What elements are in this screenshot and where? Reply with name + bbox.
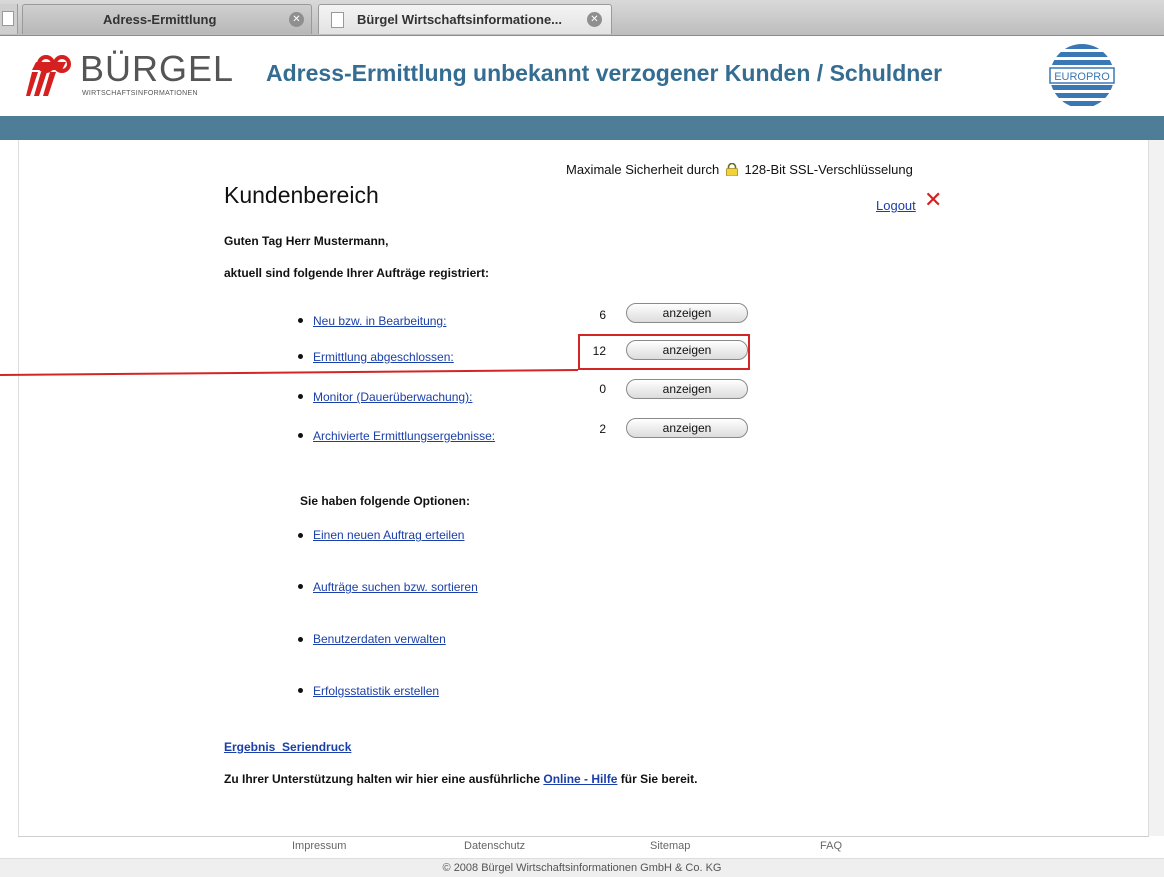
highlight-box: [578, 334, 750, 370]
support-text: Zu Ihrer Unterstützung halten wir hier e…: [224, 772, 697, 786]
main-content: [18, 140, 1149, 836]
order-count-new: 6: [599, 308, 606, 322]
page-header-title: Adress-Ermittlung unbekannt verzogener K…: [266, 60, 943, 86]
show-button-new[interactable]: anzeigen: [626, 303, 748, 323]
bullet-icon: [298, 394, 303, 399]
scrollbar[interactable]: [1149, 140, 1164, 836]
browser-window: Adress-Ermittlung ✕ Bürgel Wirtschaftsin…: [0, 0, 1164, 877]
order-link-monitor[interactable]: Monitor (Dauerüberwachung):: [313, 390, 472, 404]
option-link-statistics[interactable]: Erfolgsstatistik erstellen: [313, 684, 439, 698]
show-button-monitor[interactable]: anzeigen: [626, 379, 748, 399]
browser-tab-buergel[interactable]: Bürgel Wirtschaftsinformatione... ✕: [318, 4, 612, 34]
document-icon: [331, 12, 344, 28]
bullet-icon: [298, 584, 303, 589]
logout-close-icon[interactable]: ✕: [924, 190, 942, 212]
page-title: Kundenbereich: [224, 182, 379, 208]
europro-logo-icon: EUROPRO: [1049, 44, 1115, 108]
order-link-new[interactable]: Neu bzw. in Bearbeitung:: [313, 314, 446, 328]
bullet-icon: [298, 533, 303, 538]
footer-link-faq[interactable]: FAQ: [820, 840, 842, 852]
browser-tab-adress-ermittlung[interactable]: Adress-Ermittlung ✕: [22, 4, 312, 34]
ssl-notice: Maximale Sicherheit durch 128-Bit SSL-Ve…: [566, 162, 913, 177]
ssl-notice-suffix: 128-Bit SSL-Verschlüsselung: [744, 162, 913, 177]
option-link-new-order[interactable]: Einen neuen Auftrag erteilen: [313, 528, 464, 542]
close-tab-icon[interactable]: ✕: [289, 12, 304, 27]
header-divider-bar: [0, 116, 1164, 140]
close-tab-icon[interactable]: ✕: [587, 12, 602, 27]
logout-link[interactable]: Logout: [876, 198, 916, 213]
footer-nav: Impressum Datenschutz Sitemap FAQ: [0, 840, 1164, 856]
footer-link-sitemap[interactable]: Sitemap: [650, 840, 690, 852]
bullet-icon: [298, 318, 303, 323]
ssl-notice-prefix: Maximale Sicherheit durch: [566, 162, 720, 177]
bullet-icon: [298, 433, 303, 438]
bullet-icon: [298, 637, 303, 642]
order-count-archived: 2: [599, 422, 606, 436]
bullet-icon: [298, 354, 303, 359]
support-text-after: für Sie bereit.: [620, 772, 698, 786]
greeting-text: Guten Tag Herr Mustermann,: [224, 234, 389, 248]
online-help-link[interactable]: Online - Hilfe: [543, 772, 617, 786]
order-link-archived[interactable]: Archivierte Ermittlungsergebnisse:: [313, 429, 495, 443]
options-heading: Sie haben folgende Optionen:: [300, 494, 471, 508]
buergel-logo-subtitle: WIRTSCHAFTSINFORMATIONEN: [82, 90, 198, 97]
serial-print-link[interactable]: Ergebnis_Seriendruck: [224, 740, 351, 754]
footer-divider: [18, 836, 1149, 837]
orders-intro-text: aktuell sind folgende Ihrer Aufträge reg…: [224, 266, 489, 280]
lock-icon: [725, 162, 739, 177]
order-link-completed[interactable]: Ermittlung abgeschlossen:: [313, 350, 454, 364]
buergel-logo-text: BÜRGEL: [80, 48, 235, 89]
footer-link-impressum[interactable]: Impressum: [292, 840, 346, 852]
document-icon: [2, 11, 14, 26]
copyright-text: © 2008 Bürgel Wirtschaftsinformationen G…: [0, 858, 1164, 877]
tab-title: Adress-Ermittlung: [103, 12, 217, 27]
browser-tab-bar: Adress-Ermittlung ✕ Bürgel Wirtschaftsin…: [0, 0, 1164, 36]
show-button-archived[interactable]: anzeigen: [626, 418, 748, 438]
option-link-search-orders[interactable]: Aufträge suchen bzw. sortieren: [313, 580, 478, 594]
europro-logo-text: EUROPRO: [1054, 71, 1110, 83]
bullet-icon: [298, 688, 303, 693]
tab-title: Bürgel Wirtschaftsinformatione...: [357, 12, 563, 27]
option-link-user-data[interactable]: Benutzerdaten verwalten: [313, 632, 446, 646]
browser-tab-pinned[interactable]: [0, 4, 18, 34]
support-text-before: Zu Ihrer Unterstützung halten wir hier e…: [224, 772, 541, 786]
buergel-logo-icon[interactable]: [26, 52, 76, 98]
order-count-monitor: 0: [599, 382, 606, 396]
footer-link-datenschutz[interactable]: Datenschutz: [464, 840, 525, 852]
